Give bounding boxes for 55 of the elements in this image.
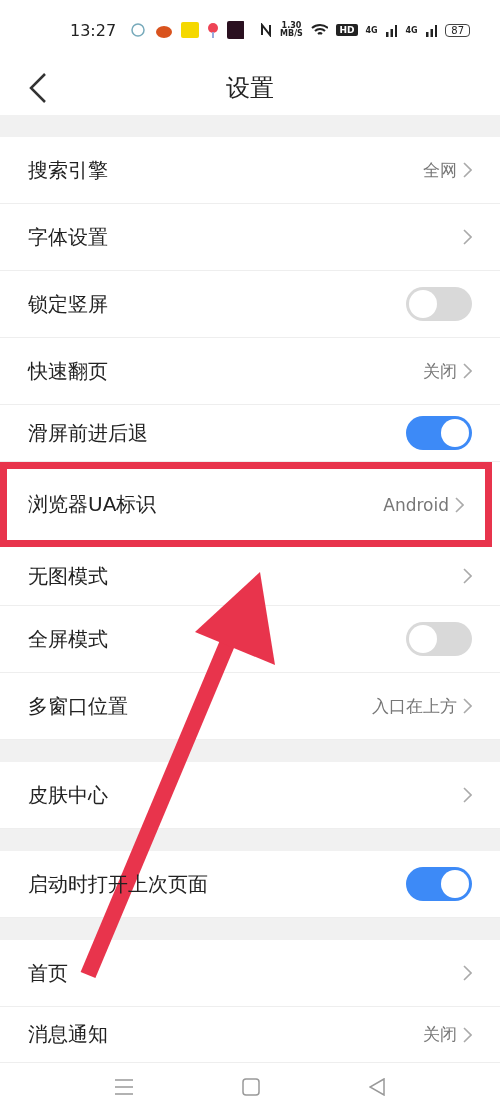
settings-row[interactable]: 字体设置 — [0, 204, 500, 271]
chevron-icon — [463, 698, 472, 714]
status-time: 13:27 — [70, 20, 117, 40]
chevron-icon — [455, 496, 464, 513]
setting-label: 首页 — [28, 959, 69, 987]
settings-row[interactable]: 消息通知 关闭 — [0, 1007, 500, 1063]
network-type: 4G — [405, 25, 418, 35]
setting-label: 滑屏前进后退 — [28, 419, 149, 447]
back-icon[interactable] — [28, 72, 48, 104]
setting-label: 消息通知 — [28, 1021, 109, 1048]
app-icon — [226, 21, 245, 39]
settings-row[interactable]: 搜索引擎 全网 — [0, 137, 500, 204]
setting-value: 入口在上方 — [372, 694, 457, 718]
nfc-icon — [260, 23, 273, 37]
toggle-switch[interactable] — [406, 867, 472, 901]
setting-label: 多窗口位置 — [28, 692, 129, 720]
location-pin-icon — [207, 22, 219, 38]
network-speed: 1.30 — [281, 22, 302, 30]
page-title: 设置 — [226, 72, 274, 104]
chevron-icon — [463, 965, 472, 981]
setting-value: 全网 — [423, 158, 457, 182]
setting-label: 浏览器UA标识 — [28, 491, 158, 518]
menu-icon[interactable] — [114, 1079, 133, 1095]
chevron-icon — [463, 568, 472, 584]
settings-row[interactable]: 浏览器UA标识 Android — [0, 462, 492, 547]
settings-row[interactable]: 锁定竖屏 — [0, 271, 500, 338]
settings-row[interactable]: 快速翻页 关闭 — [0, 338, 500, 405]
setting-label: 锁定竖屏 — [28, 290, 109, 318]
battery-level: 87 — [445, 23, 470, 37]
setting-label: 皮肤中心 — [28, 781, 109, 809]
hd-badge: HD — [336, 24, 358, 36]
setting-label: 字体设置 — [28, 223, 109, 251]
chevron-icon — [463, 162, 472, 178]
home-icon[interactable] — [242, 1078, 260, 1096]
chevron-icon — [463, 787, 472, 803]
app-icon — [181, 22, 199, 38]
setting-label: 无图模式 — [28, 562, 109, 590]
toggle-switch[interactable] — [406, 416, 472, 450]
setting-value: 关闭 — [423, 1023, 457, 1046]
speed-unit: MB/S — [280, 30, 303, 38]
toggle-switch[interactable] — [406, 287, 472, 321]
setting-label: 全屏模式 — [28, 625, 109, 653]
chevron-icon — [463, 363, 472, 379]
setting-value: Android — [383, 494, 449, 515]
network-type: 4G — [365, 25, 378, 35]
toggle-switch[interactable] — [406, 622, 472, 656]
chevron-icon — [463, 229, 472, 245]
wifi-icon — [310, 23, 329, 37]
setting-label: 搜索引擎 — [28, 156, 109, 184]
setting-value: 关闭 — [423, 359, 457, 383]
chevron-icon — [463, 1026, 472, 1043]
settings-row[interactable]: 首页 — [0, 940, 500, 1007]
signal-icon — [385, 23, 398, 37]
signal-icon — [425, 23, 438, 37]
setting-label: 快速翻页 — [28, 357, 109, 385]
